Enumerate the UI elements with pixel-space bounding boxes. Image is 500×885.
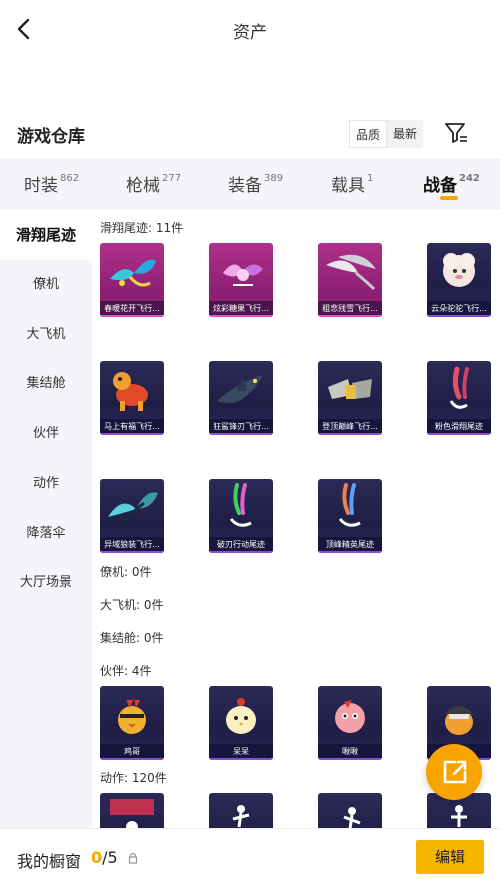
filter-icon[interactable] bbox=[443, 120, 469, 146]
alpaca-cloud-icon bbox=[443, 253, 475, 287]
rarity-stripe bbox=[100, 433, 164, 435]
item-card[interactable]: 鸡哥 bbox=[100, 686, 164, 760]
section-title-assembly-pod: 集结舱: 0件 bbox=[100, 631, 164, 645]
section-title-partner: 伙伴: 4件 bbox=[100, 664, 152, 678]
horse-toy-icon bbox=[113, 372, 148, 411]
chick-partner-icon bbox=[226, 698, 256, 734]
category-tabs: 时装 862 枪械 277 装备 389 载具 1 战备 242 bbox=[0, 158, 500, 210]
share-button[interactable] bbox=[426, 744, 482, 800]
item-card[interactable]: 异域狼装飞行... bbox=[100, 479, 164, 553]
showcase-label: 我的橱窗 bbox=[17, 852, 82, 871]
item-card[interactable] bbox=[209, 793, 273, 830]
item-card[interactable]: 炫彩糖果飞行... bbox=[209, 243, 273, 317]
item-card[interactable]: 云朵驼驼飞行... bbox=[427, 243, 491, 317]
music-emote-icon bbox=[343, 807, 361, 830]
share-icon bbox=[443, 760, 467, 784]
sidebar-item-partner[interactable]: 伙伴 bbox=[0, 409, 92, 459]
edit-button[interactable]: 编辑 bbox=[416, 840, 484, 874]
item-card[interactable]: 马上有福飞行... bbox=[100, 361, 164, 435]
rarity-stripe bbox=[427, 433, 491, 435]
showcase-count: 0/5 bbox=[91, 848, 118, 867]
sidebar-item-wingman[interactable]: 僚机 bbox=[0, 260, 92, 310]
rarity-stripe bbox=[318, 551, 382, 553]
rarity-stripe bbox=[100, 551, 164, 553]
helmet-chicken-partner-icon bbox=[445, 706, 473, 735]
sidebar-item-assembly-pod[interactable]: 集结舱 bbox=[0, 359, 92, 409]
rarity-stripe bbox=[100, 315, 164, 317]
tab-equipment[interactable]: 装备 389 bbox=[228, 171, 283, 196]
section-title-glide-trail: 滑翔尾迹: 11件 bbox=[100, 221, 184, 235]
item-grid-area: 滑翔尾迹: 11件 春暖花开飞行... 炫彩糖果飞行... 粗悲残雪飞行... … bbox=[92, 210, 500, 830]
page-title: 资产 bbox=[233, 23, 267, 43]
assets-page: 资产 游戏仓库 品质 最新 时装 862 枪械 277 装备 389 载具 1 战备 24… bbox=[0, 0, 500, 885]
sidebar-item-action[interactable]: 动作 bbox=[0, 459, 92, 509]
showcase-bar: 我的橱窗 0/5 编辑 bbox=[0, 828, 500, 885]
rarity-stripe bbox=[318, 758, 382, 760]
chicken-partner-icon bbox=[118, 698, 146, 734]
item-card[interactable]: 狂鲨锋刃飞行... bbox=[209, 361, 273, 435]
item-card[interactable] bbox=[100, 793, 164, 830]
item-card[interactable]: 粗悲残雪飞行... bbox=[318, 243, 382, 317]
tab-guns[interactable]: 枪械 277 bbox=[126, 171, 181, 196]
tab-count: 242 bbox=[459, 173, 480, 185]
section-title-action: 动作: 120件 bbox=[100, 771, 167, 785]
section-title-big-plane: 大飞机: 0件 bbox=[100, 598, 164, 612]
rainbow-trail-icon bbox=[229, 483, 252, 527]
warehouse-title: 游戏仓库 bbox=[17, 127, 85, 147]
sidebar-item-lobby-scene[interactable]: 大厅场景 bbox=[0, 558, 92, 608]
item-card[interactable]: 啾啾 bbox=[318, 686, 382, 760]
sidebar-item-big-plane[interactable]: 大飞机 bbox=[0, 310, 92, 360]
elite-trail-icon bbox=[338, 483, 361, 527]
candy-wings-icon bbox=[223, 264, 263, 286]
action-emote-icon bbox=[110, 799, 154, 830]
lock-icon bbox=[128, 852, 138, 864]
sidebar: 滑翔尾迹 僚机 大飞机 集结舱 伙伴 动作 降落伞 大厅场景 bbox=[0, 210, 92, 830]
item-card[interactable]: 顶峰精英尾迹 bbox=[318, 479, 382, 553]
sort-toggle: 品质 最新 bbox=[349, 120, 424, 148]
active-tab-indicator bbox=[440, 196, 458, 200]
snow-wings-icon bbox=[326, 254, 376, 291]
item-card[interactable]: 破刃行动尾迹 bbox=[209, 479, 273, 553]
mech-wings-icon bbox=[328, 379, 372, 399]
item-card[interactable]: 呆呆 bbox=[209, 686, 273, 760]
tab-fashion[interactable]: 时装 862 bbox=[24, 171, 79, 196]
showcase-total: /5 bbox=[102, 848, 118, 867]
showcase-current: 0 bbox=[91, 848, 103, 867]
sort-latest-button[interactable]: 最新 bbox=[387, 120, 423, 148]
tab-battle-prep[interactable]: 战备 242 bbox=[423, 171, 480, 196]
rarity-stripe bbox=[318, 433, 382, 435]
tab-vehicle[interactable]: 载具 1 bbox=[331, 171, 373, 196]
tab-count: 1 bbox=[367, 173, 374, 185]
tab-count: 277 bbox=[162, 173, 182, 185]
tab-count: 862 bbox=[60, 173, 80, 185]
item-card[interactable] bbox=[318, 793, 382, 830]
sidebar-item-glide-trail[interactable]: 滑翔尾迹 bbox=[0, 210, 92, 260]
rarity-stripe bbox=[209, 433, 273, 435]
top-bar: 资产 bbox=[0, 0, 500, 58]
item-card[interactable]: 登顶巅峰飞行... bbox=[318, 361, 382, 435]
exotic-wings-icon bbox=[108, 492, 158, 525]
pink-bird-partner-icon bbox=[335, 700, 365, 733]
rarity-stripe bbox=[209, 551, 273, 553]
butterfly-wings-icon bbox=[110, 259, 156, 287]
sort-quality-button[interactable]: 品质 bbox=[349, 120, 388, 148]
sidebar-item-parachute[interactable]: 降落伞 bbox=[0, 509, 92, 559]
tab-count: 389 bbox=[264, 173, 284, 185]
rarity-stripe bbox=[209, 758, 273, 760]
dance-emote-icon bbox=[232, 805, 250, 828]
shark-icon bbox=[217, 375, 263, 403]
rarity-stripe bbox=[209, 315, 273, 317]
item-card[interactable]: 粉色滑翔尾迹 bbox=[427, 361, 491, 435]
item-card[interactable]: 春暖花开飞行... bbox=[100, 243, 164, 317]
rarity-stripe bbox=[100, 758, 164, 760]
rarity-stripe bbox=[427, 315, 491, 317]
pink-trail-icon bbox=[449, 366, 469, 409]
section-title-wingman: 僚机: 0件 bbox=[100, 565, 152, 579]
rarity-stripe bbox=[318, 315, 382, 317]
